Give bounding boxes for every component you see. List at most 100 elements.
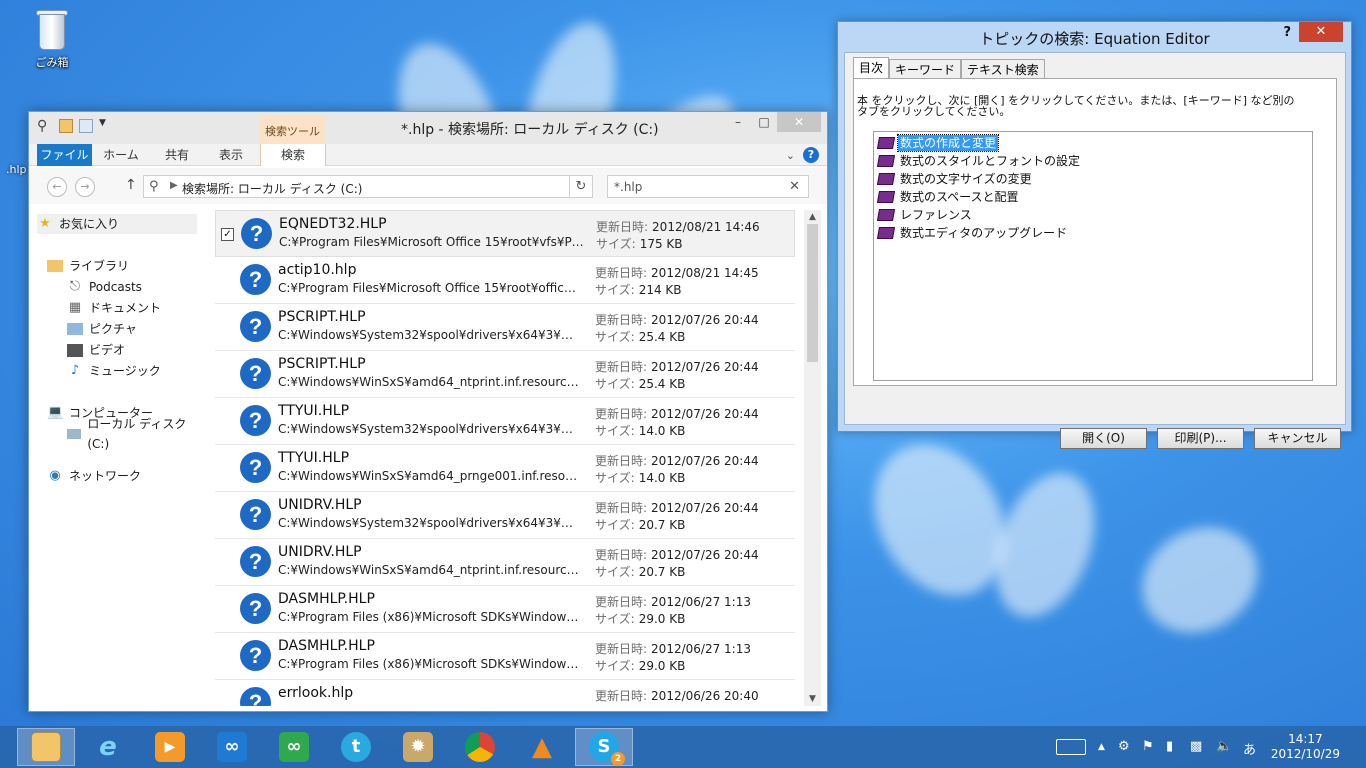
toc-item[interactable]: 数式の作成と変更 [876,134,1000,152]
ime-mode-indicator[interactable]: あ [1243,739,1256,758]
file-path: C:¥Windows¥WinSxS¥amd64_ntprint.inf.reso… [278,563,583,577]
touch-keyboard-icon[interactable] [1056,739,1086,755]
taskbar-internet-explorer[interactable]: e [79,728,137,766]
help-file-icon: ? [240,499,271,530]
context-help-button[interactable]: ? [1283,25,1291,40]
taskbar-chrome[interactable] [451,728,509,766]
file-date: 更新日時: 2012/07/26 20:44 [595,548,759,562]
new-folder-icon[interactable] [79,119,93,133]
search-input[interactable]: *.hlp ✕ [607,175,809,198]
file-row[interactable]: ? errlook.hlp 更新日時: 2012/06/26 20:40 [215,680,795,706]
tab-text-search[interactable]: テキスト検索 [961,59,1045,79]
dialog-body: 目次 キーワード テキスト検索 本 をクリックし、次に [開く] をクリックして… [844,52,1346,449]
taskbar-visual-studio-express[interactable]: ∞ [265,728,323,766]
file-size: サイズ: 20.7 KB [595,565,686,579]
open-button[interactable]: 開く(O) [1060,428,1147,449]
help-file-icon: ? [240,358,271,389]
print-button[interactable]: 印刷(P)... [1157,428,1244,449]
cancel-button[interactable]: キャンセル [1254,428,1341,449]
library-icon [47,260,63,272]
scroll-up-arrow[interactable]: ▲ [804,210,821,224]
search-icon[interactable]: ⚲ [37,118,53,134]
taskbar-twitter-client[interactable]: t [327,728,385,766]
scroll-thumb[interactable] [807,224,818,362]
toc-item[interactable]: 数式エディタのアップグレード [876,224,1069,242]
nav-network[interactable]: ◉ ネットワーク [47,466,141,486]
row-checkbox[interactable]: ✓ [221,228,234,241]
file-path: C:¥Windows¥System32¥spool¥drivers¥x64¥3¥… [278,422,583,436]
file-path: C:¥Windows¥System32¥spool¥drivers¥x64¥3¥… [278,516,583,530]
taskbar-skype[interactable]: S 2 [575,728,633,766]
toc-item[interactable]: レファレンス [876,206,974,224]
nav-favorites[interactable]: ★ お気に入り [37,214,197,234]
volume-icon[interactable]: 🔈 [1216,739,1232,754]
toc-item[interactable]: 数式のスペースと配置 [876,188,1021,206]
address-bar[interactable]: ⚲ ▶ 検索場所: ローカル ディスク (C:) ⌄ [143,175,589,198]
clock-time: 14:17 [1288,732,1323,746]
nav-podcasts[interactable]: ⎋ Podcasts [67,277,142,297]
scroll-down-arrow[interactable]: ▼ [804,692,821,706]
tab-home[interactable]: ホーム [99,144,143,166]
file-row[interactable]: ? PSCRIPT.HLP C:¥Windows¥WinSxS¥amd64_ntpr… [215,351,795,398]
taskbar-file-explorer[interactable] [17,728,75,766]
internet-explorer-icon: e [99,732,117,762]
nav-local-disk[interactable]: ローカル ディスク (C:) [67,417,199,451]
back-button[interactable]: ← [47,177,67,197]
table-of-contents[interactable]: 数式の作成と変更 数式のスタイルとフォントの設定 数式の文字サイズの変更 数式のスペー… [873,131,1313,381]
nav-music[interactable]: ♪ ミュージック [67,361,161,381]
nav-videos[interactable]: ビデオ [67,340,125,360]
toc-item[interactable]: 数式の文字サイズの変更 [876,170,1034,188]
nav-pictures[interactable]: ピクチャ [67,319,137,339]
tray-app-icon[interactable]: ⚙ [1118,739,1130,754]
toc-item[interactable]: 数式のスタイルとフォントの設定 [876,152,1082,170]
file-date: 更新日時: 2012/06/26 20:40 [595,689,759,703]
maximize-button[interactable]: □ [751,112,777,132]
clear-search-icon[interactable]: ✕ [789,179,800,194]
close-button[interactable]: ✕ [777,112,821,132]
help-icon[interactable]: ? [803,147,819,163]
clock[interactable]: 14:17 2012/10/29 [1271,732,1340,762]
nav-libraries[interactable]: ライブラリ [47,256,129,276]
file-row[interactable]: ? TTYUI.HLP C:¥Windows¥WinSxS¥amd64_prnge0… [215,445,795,492]
file-name: PSCRIPT.HLP [278,356,366,372]
taskbar-media-player[interactable]: ▶ [141,728,199,766]
forward-button[interactable]: → [75,177,95,197]
power-icon[interactable]: ▮ [1166,739,1173,754]
tab-view[interactable]: 表示 [211,144,251,166]
tab-keyword[interactable]: キーワード [889,59,962,79]
tab-share[interactable]: 共有 [157,144,197,166]
file-row[interactable]: ? TTYUI.HLP C:¥Windows¥System32¥spool¥driv… [215,398,795,445]
file-path: C:¥Program Files¥Microsoft Office 15¥roo… [279,235,584,249]
taskbar-paint-app[interactable]: ✹ [389,728,447,766]
file-name: DASMHLP.HLP [278,638,375,654]
explorer-titlebar[interactable]: ⚲ ▼ 検索ツール *.hlp - 検索場所: ローカル ディスク (C:) –… [29,112,827,144]
expand-ribbon-icon[interactable]: ⌄ [786,149,795,162]
file-row[interactable]: ? DASMHLP.HLP C:¥Program Files (x86)¥Micro… [215,633,795,680]
customize-qat-icon[interactable]: ▼ [99,118,115,134]
refresh-button[interactable]: ↻ [569,175,593,198]
taskbar-vlc[interactable]: ▲ [513,728,571,766]
action-center-flag-icon[interactable]: ⚑ [1142,739,1154,754]
up-button[interactable]: ↑ [125,177,137,193]
dialog-close-button[interactable]: ✕ [1299,22,1343,42]
taskbar-visual-studio[interactable]: ∞ [203,728,261,766]
minimize-button[interactable]: – [725,112,751,132]
file-row[interactable]: ? PSCRIPT.HLP C:¥Windows¥System32¥spool¥dr… [215,304,795,351]
show-hidden-icons[interactable]: ▲ [1098,742,1105,752]
properties-icon[interactable] [59,119,73,133]
tab-search[interactable]: 検索 [260,144,326,166]
file-row[interactable]: ✓? EQNEDT32.HLP C:¥Program Files¥Microsoft… [215,210,795,257]
file-row[interactable]: ? UNIDRV.HLP C:¥Windows¥WinSxS¥amd64_ntpri… [215,539,795,586]
breadcrumb-arrow-icon[interactable]: ▶ [170,180,178,191]
file-row[interactable]: ? DASMHLP.HLP C:¥Program Files (x86)¥Micro… [215,586,795,633]
tab-contents[interactable]: 目次 [853,57,890,80]
file-name: EQNEDT32.HLP [279,216,387,232]
network-signal-icon[interactable]: ▩ [1190,739,1202,754]
tab-file[interactable]: ファイル [37,144,92,166]
nav-documents[interactable]: ▦ ドキュメント [67,298,161,318]
file-row[interactable]: ? actip10.hlp C:¥Program Files¥Microsoft O… [215,257,795,304]
recycle-bin[interactable]: ごみ箱 [22,8,82,70]
file-row[interactable]: ? UNIDRV.HLP C:¥Windows¥System32¥spool¥dri… [215,492,795,539]
desktop-file-label[interactable]: .hlp [6,163,27,176]
results-scrollbar[interactable]: ▲ ▼ [804,210,821,706]
